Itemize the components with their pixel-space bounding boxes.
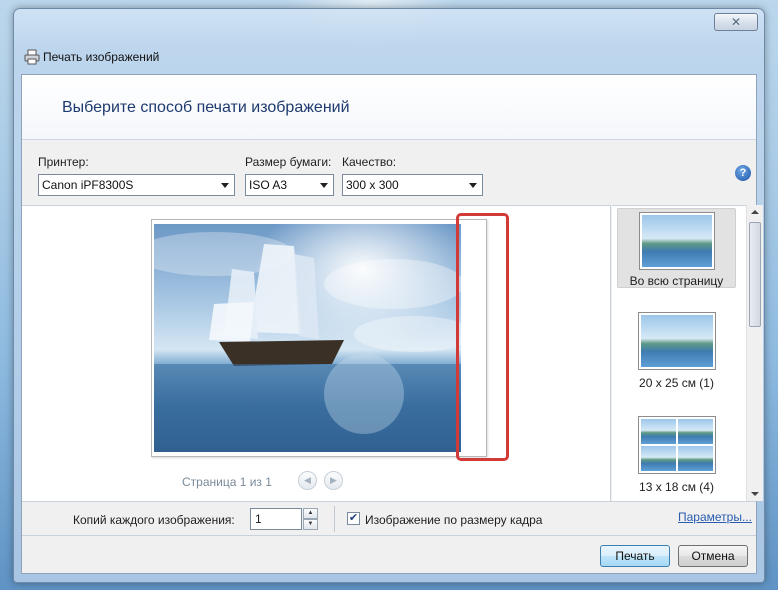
printer-icon: [24, 49, 40, 65]
copies-input[interactable]: 1: [250, 508, 302, 530]
scroll-down-icon[interactable]: [751, 492, 759, 496]
layout-item-label: Во всю страницу: [629, 274, 724, 288]
close-button[interactable]: ✕: [714, 13, 758, 31]
stepper-up-icon[interactable]: ▲: [303, 508, 318, 519]
thumbnail-picture: [677, 446, 713, 471]
layout-thumbnail: [637, 312, 716, 370]
layout-item-label: 13 x 18 см (4): [639, 480, 714, 494]
paper-size-select[interactable]: ISO A3: [245, 174, 334, 196]
thumbnail-picture: [677, 419, 713, 444]
previous-page-button[interactable]: ◀: [298, 471, 317, 490]
layout-list: Во всю страницу 20 x 25 см (1) 13 x 18 с…: [612, 205, 756, 501]
stepper-down-icon[interactable]: ▼: [303, 519, 318, 530]
thumbnail-picture: [640, 419, 676, 444]
print-preview-area: Страница 1 из 1 ◀ ▶: [22, 205, 611, 501]
unprinted-margin-highlight: [456, 213, 509, 461]
layout-item-20x25[interactable]: 20 x 25 см (1): [617, 312, 736, 392]
thumbnail-picture: [640, 446, 676, 471]
layout-item-label: 20 x 25 см (1): [639, 376, 714, 390]
fit-picture-label: Изображение по размеру кадра: [365, 513, 543, 527]
preview-page: [151, 219, 487, 457]
copies-label: Копий каждого изображения:: [73, 513, 235, 527]
thumbnail-picture: [641, 215, 712, 267]
page-status: Страница 1 из 1: [182, 475, 272, 489]
preview-photo: [154, 224, 461, 452]
chevron-down-icon: [221, 183, 229, 188]
layout-list-scrollbar[interactable]: [746, 205, 763, 501]
layout-thumbnail: [638, 212, 715, 270]
scroll-up-icon[interactable]: [751, 210, 759, 214]
scrollbar-thumb[interactable]: [749, 222, 761, 327]
next-page-button[interactable]: ▶: [324, 471, 343, 490]
paper-size-value: ISO A3: [249, 178, 288, 192]
paper-size-label: Размер бумаги:: [245, 155, 332, 169]
printer-label: Принтер:: [38, 155, 89, 169]
options-link[interactable]: Параметры...: [678, 510, 752, 524]
printer-select-value: Canon iPF8300S: [42, 178, 134, 192]
quality-value: 300 x 300: [346, 178, 399, 192]
copies-stepper[interactable]: ▲ ▼: [303, 508, 318, 530]
chevron-down-icon: [320, 183, 328, 188]
quality-label: Качество:: [342, 155, 397, 169]
page-title: Выберите способ печати изображений: [62, 99, 350, 116]
layout-item-full-page[interactable]: Во всю страницу: [617, 208, 736, 288]
print-pictures-dialog: Печать изображений ✕ Выберите способ печ…: [13, 8, 765, 583]
options-row: Копий каждого изображения: 1 ▲ ▼ ✔ Изобр…: [22, 501, 756, 536]
cancel-button[interactable]: Отмена: [678, 545, 748, 567]
quality-select[interactable]: 300 x 300: [342, 174, 483, 196]
thumbnail-picture: [640, 315, 713, 367]
title-bar: Печать изображений ✕: [14, 9, 764, 79]
window-title: Печать изображений: [43, 50, 160, 64]
header-band: Выберите способ печати изображений: [22, 75, 756, 140]
layout-thumbnail: [637, 416, 716, 474]
divider: [334, 506, 335, 532]
fit-picture-checkbox[interactable]: ✔: [347, 512, 360, 525]
layout-item-13x18[interactable]: 13 x 18 см (4): [617, 416, 736, 500]
chevron-down-icon: [469, 183, 477, 188]
print-button[interactable]: Печать: [600, 545, 670, 567]
printer-select[interactable]: Canon iPF8300S: [38, 174, 235, 196]
help-icon[interactable]: ?: [735, 165, 751, 181]
dialog-client-area: Выберите способ печати изображений Принт…: [21, 74, 763, 574]
sailing-ship-image: [154, 224, 461, 452]
